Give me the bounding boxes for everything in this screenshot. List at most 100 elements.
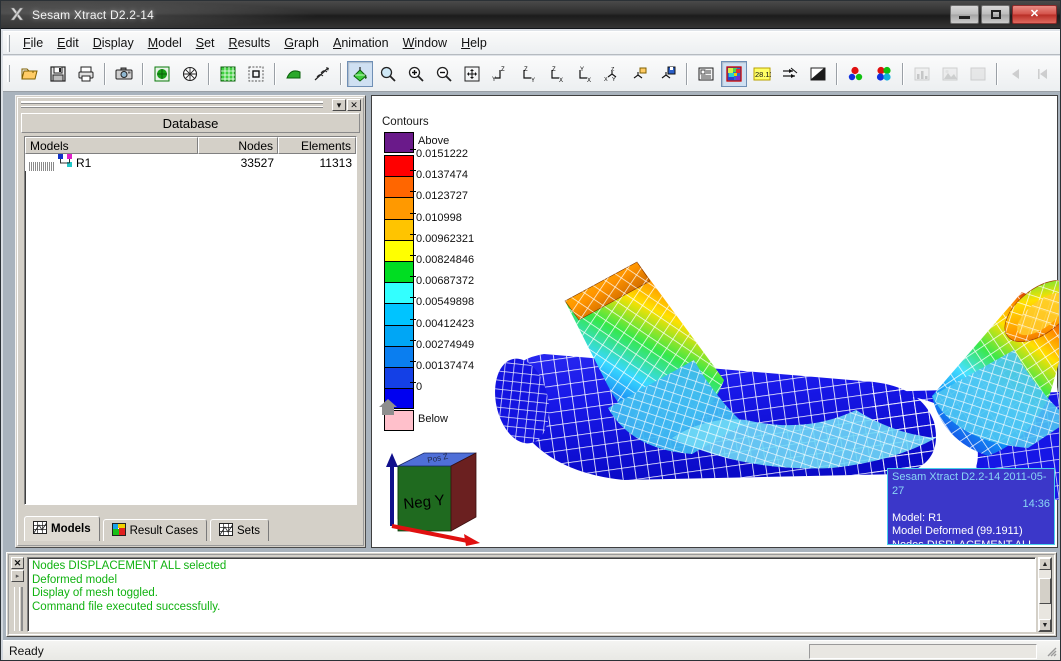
status-secondary-pane — [809, 643, 1037, 659]
menu-file[interactable]: File — [16, 33, 50, 53]
zoom-window-icon[interactable] — [375, 61, 401, 87]
contour-plot-icon[interactable] — [721, 60, 747, 87]
tab-sets[interactable]: Sets — [210, 519, 270, 541]
menu-model[interactable]: Model — [141, 33, 189, 53]
database-close-button[interactable]: ✕ — [347, 99, 361, 111]
svg-text:X: X — [559, 78, 563, 83]
models-grid-icon — [33, 521, 47, 537]
result-cases-icon — [111, 522, 126, 539]
console-line-2: Display of mesh toggled. — [32, 587, 158, 599]
view-isometric-icon[interactable]: ZXY — [599, 61, 625, 87]
window-title: Sesam Xtract D2.2-14 — [32, 7, 155, 22]
view-yx-icon[interactable]: YX — [571, 61, 597, 87]
presentation-icon[interactable] — [693, 61, 719, 87]
console-output[interactable]: Nodes DISPLACEMENT ALL selected Deformed… — [27, 557, 1036, 632]
svg-text:28.11: 28.11 — [755, 70, 771, 79]
menu-edit[interactable]: Edit — [50, 33, 86, 53]
view-zy2-icon[interactable]: ZY — [515, 61, 541, 87]
animate-deform-icon[interactable] — [309, 61, 335, 87]
menu-set[interactable]: Set — [189, 33, 222, 53]
model-name: R1 — [76, 155, 92, 170]
color-spheres-small-icon[interactable] — [843, 61, 869, 87]
console-scrollbar[interactable]: ▲ ▼ — [1038, 557, 1052, 632]
console-left-controls: ✕ ▸ — [11, 557, 25, 635]
tab-result-cases[interactable]: Result Cases — [102, 519, 208, 541]
toolbar-drag-grip[interactable] — [7, 65, 10, 82]
grid-header-row: Models Nodes Elements — [25, 137, 356, 154]
database-tabs: Models Result Cases Sets — [24, 516, 270, 541]
column-header-elements[interactable]: Elements — [278, 137, 356, 154]
view-zx-icon[interactable]: ZX — [543, 61, 569, 87]
column-header-models[interactable]: Models — [25, 137, 198, 154]
info-time: 14:36 — [1022, 498, 1050, 510]
svg-text:X: X — [604, 77, 608, 83]
color-spheres-large-icon[interactable] — [871, 61, 897, 87]
database-restore-button[interactable]: ▾ — [332, 99, 346, 111]
application-window: Sesam Xtract D2.2-14 ✕ File Edit Display… — [0, 0, 1061, 661]
scroll-down-button[interactable]: ▼ — [1039, 619, 1051, 631]
menu-animation[interactable]: Animation — [326, 33, 396, 53]
print-icon[interactable] — [73, 61, 99, 87]
database-title: Database — [21, 113, 360, 133]
scroll-thumb[interactable] — [1039, 578, 1051, 604]
outline-display-icon[interactable] — [243, 61, 269, 87]
console-line-1: Deformed model — [32, 573, 118, 586]
3d-viewport[interactable]: Contours Above 0.0151222 0.0137474 0.012… — [371, 95, 1059, 548]
tab-models-label: Models — [51, 523, 91, 535]
database-caption-bar: ▾ ✕ — [18, 98, 363, 112]
info-result: Nodes DISPLACEMENT ALL — [892, 538, 1035, 545]
menu-display[interactable]: Display — [86, 33, 141, 53]
numeric-values-icon[interactable]: 28.11 — [749, 61, 775, 87]
console-line-0: Nodes DISPLACEMENT ALL selected — [32, 560, 227, 572]
close-button[interactable]: ✕ — [1012, 5, 1057, 24]
maximize-button[interactable] — [981, 5, 1010, 24]
menu-graph[interactable]: Graph — [277, 33, 326, 53]
minimize-button[interactable] — [950, 5, 979, 24]
model-elements-count: 11313 — [319, 155, 352, 170]
toolbar: ZY ZY ZX YX ZXY 28.11 — [3, 56, 1060, 92]
svg-text:Y: Y — [580, 67, 584, 73]
svg-text:Z: Z — [501, 67, 505, 73]
open-file-icon[interactable] — [17, 61, 43, 87]
console-expand-button[interactable]: ▸ — [11, 570, 24, 582]
blank-icon — [965, 61, 991, 87]
view-zy-icon[interactable]: ZY — [487, 61, 513, 87]
resize-grip[interactable] — [1045, 645, 1057, 657]
status-message: Ready — [9, 644, 44, 658]
paint-bucket-icon[interactable] — [347, 60, 373, 87]
menu-help[interactable]: Help — [454, 33, 494, 53]
console-panel: ✕ ▸ Nodes DISPLACEMENT ALL selected Defo… — [6, 552, 1057, 637]
console-close-button[interactable]: ✕ — [11, 557, 24, 569]
menu-drag-grip[interactable] — [7, 34, 10, 52]
solid-model-icon[interactable] — [149, 61, 175, 87]
graph-plot-icon[interactable] — [805, 61, 831, 87]
fit-to-view-icon[interactable] — [459, 61, 485, 87]
tab-models[interactable]: Models — [24, 516, 100, 541]
menu-bar: File Edit Display Model Set Results Grap… — [3, 31, 1060, 55]
anim-step-back-icon — [1003, 61, 1029, 87]
menu-window[interactable]: Window — [396, 33, 454, 53]
zoom-in-icon[interactable] — [403, 61, 429, 87]
svg-text:Y: Y — [492, 77, 496, 83]
status-bar: Ready — [3, 640, 1060, 660]
info-app-date: Sesam Xtract D2.2-14 2011-05-27 — [892, 471, 1047, 497]
database-grid: Models Nodes Elements R1 33527 11313 — [24, 136, 357, 505]
save-file-icon[interactable] — [45, 61, 71, 87]
table-row[interactable]: R1 33527 11313 — [25, 154, 356, 171]
histogram-icon — [909, 61, 935, 87]
info-overlay: Sesam Xtract D2.2-14 2011-05-27 14:36 Mo… — [887, 468, 1055, 545]
info-deformed: Model Deformed (99.1911) — [892, 525, 1023, 537]
deformed-shape-icon[interactable] — [281, 61, 307, 87]
column-header-nodes[interactable]: Nodes — [198, 137, 278, 154]
view-save-icon[interactable] — [655, 61, 681, 87]
snapshot-camera-icon[interactable] — [111, 61, 137, 87]
mesh-display-icon[interactable] — [215, 61, 241, 87]
wireframe-model-icon[interactable] — [177, 61, 203, 87]
vector-plot-icon[interactable] — [777, 61, 803, 87]
zoom-out-icon[interactable] — [431, 61, 457, 87]
view-open-icon[interactable] — [627, 61, 653, 87]
scroll-up-button[interactable]: ▲ — [1039, 558, 1051, 570]
console-line-3: Command file executed successfully. — [32, 600, 221, 613]
model-nodes-count: 33527 — [240, 155, 274, 170]
menu-results[interactable]: Results — [222, 33, 278, 53]
